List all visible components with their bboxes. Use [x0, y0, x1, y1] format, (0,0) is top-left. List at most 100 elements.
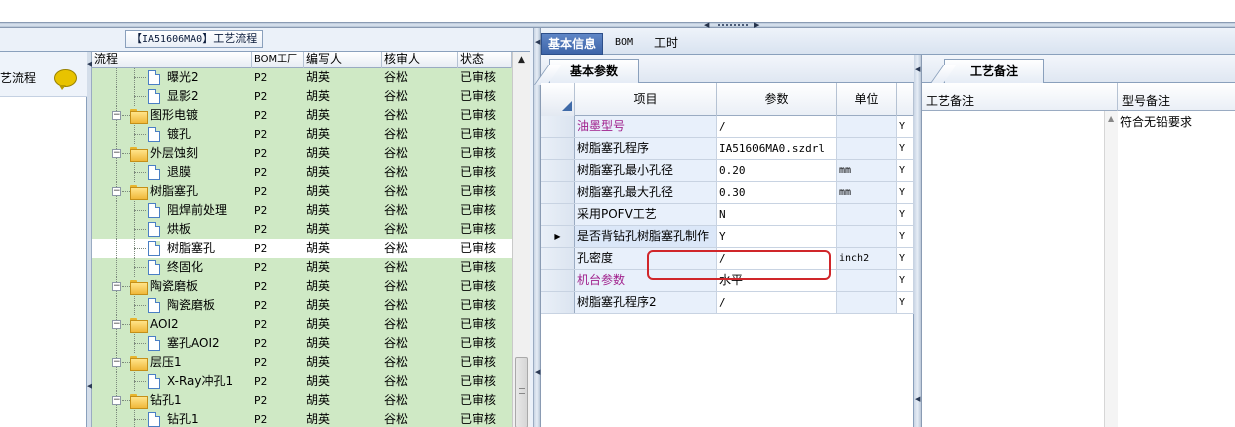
notes-splitter[interactable]: ◀ ◀	[914, 55, 922, 427]
param-value-cell[interactable]: N	[717, 204, 837, 225]
row-header-cell[interactable]	[541, 116, 575, 137]
param-row[interactable]: 树脂塞孔程序2/ Y	[541, 292, 914, 314]
process-flow-title: 【IA51606MA0】工艺流程	[125, 30, 264, 48]
tree-row[interactable]: 阻焊前处理 P2 胡英 谷松 已审核	[92, 201, 512, 220]
flow-list-label: 艺流程	[0, 71, 37, 85]
param-flag-cell[interactable]: Y	[897, 226, 914, 247]
param-flag-cell[interactable]: Y	[897, 292, 914, 313]
param-row[interactable]: 树脂塞孔最大孔径 0.30 mm Y	[541, 182, 914, 204]
param-row[interactable]: 油墨型号 / Y	[541, 116, 914, 138]
tree-row[interactable]: 塞孔AOI2 P2 胡英 谷松 已审核	[92, 334, 512, 353]
param-row[interactable]: 树脂塞孔最小孔径 0.20 mm Y	[541, 160, 914, 182]
tree-row[interactable]: − 树脂塞孔 P2 胡英 谷松 已审核	[92, 182, 512, 201]
tree-row[interactable]: − 外层蚀刻 P2 胡英 谷松 已审核	[92, 144, 512, 163]
tree-row-factory: P2	[254, 109, 268, 122]
splitter-arrow-icon[interactable]: ◀	[535, 368, 540, 376]
header-flow[interactable]: 流程	[92, 52, 252, 68]
collapse-toggle-icon[interactable]: −	[112, 396, 121, 405]
splitter-grip-icon[interactable]	[718, 24, 750, 26]
tree-row[interactable]: − 陶瓷磨板 P2 胡英 谷松 已审核	[92, 277, 512, 296]
row-header-cell[interactable]	[541, 270, 575, 291]
header-unit[interactable]: 单位	[837, 83, 897, 116]
collapse-toggle-icon[interactable]: −	[112, 282, 121, 291]
param-row[interactable]: 采用POFV工艺 N Y	[541, 204, 914, 226]
tree-row[interactable]: − AOI2 P2 胡英 谷松 已审核	[92, 315, 512, 334]
process-note-scrollbar[interactable]: ▲	[1104, 111, 1118, 427]
flow-list-item[interactable]: 艺流程	[0, 52, 87, 97]
param-flag-cell[interactable]: Y	[897, 160, 914, 181]
row-header-cell[interactable]	[541, 182, 575, 203]
tree-row[interactable]: − 图形电镀 P2 胡英 谷松 已审核	[92, 106, 512, 125]
tree-row[interactable]: 陶瓷磨板 P2 胡英 谷松 已审核	[92, 296, 512, 315]
collapse-toggle-icon[interactable]: −	[112, 320, 121, 329]
header-model-note[interactable]: 型号备注	[1118, 83, 1235, 111]
splitter-arrow-icon[interactable]: ◀	[535, 38, 540, 46]
param-value-cell[interactable]: 0.30	[717, 182, 837, 203]
param-value-cell[interactable]: /	[717, 116, 837, 137]
row-header-cell[interactable]	[541, 204, 575, 225]
splitter-arrow-icon[interactable]: ◀	[915, 395, 920, 403]
grid-corner-cell[interactable]	[541, 83, 575, 116]
tree-row[interactable]: − 钻孔1 P2 胡英 谷松 已审核	[92, 391, 512, 410]
tree-row[interactable]: 烘板 P2 胡英 谷松 已审核	[92, 220, 512, 239]
param-value-cell[interactable]: 0.20	[717, 160, 837, 181]
row-header-cell[interactable]	[541, 292, 575, 313]
tree-row[interactable]: 终固化 P2 胡英 谷松 已审核	[92, 258, 512, 277]
tree-row[interactable]: − 层压1 P2 胡英 谷松 已审核	[92, 353, 512, 372]
header-param[interactable]: 参数	[717, 83, 837, 116]
tree-connector-line	[116, 258, 117, 277]
param-value-cell[interactable]: IA51606MA0.szdrl	[717, 138, 837, 159]
splitter-arrow-icon[interactable]: ◀	[915, 65, 920, 73]
param-value-cell[interactable]: Y	[717, 226, 837, 247]
tree-row[interactable]: X-Ray冲孔1 P2 胡英 谷松 已审核	[92, 372, 512, 391]
panel-vertical-splitter[interactable]: ◀ ◀	[534, 28, 541, 427]
tab-bom[interactable]: BOM	[609, 33, 639, 55]
tree-row-writer: 胡英	[306, 355, 331, 369]
scroll-up-arrow-icon[interactable]: ▲	[1108, 114, 1114, 123]
param-unit-cell	[837, 138, 897, 159]
tab-process-notes[interactable]: 工艺备注	[944, 59, 1044, 84]
row-header-cell[interactable]	[541, 160, 575, 181]
tree-row[interactable]: 树脂塞孔 P2 胡英 谷松 已审核	[92, 239, 512, 258]
tree-row[interactable]: 退膜 P2 胡英 谷松 已审核	[92, 163, 512, 182]
scroll-thumb[interactable]	[515, 357, 528, 427]
header-reviewer[interactable]: 核审人	[382, 52, 458, 68]
param-flag-cell[interactable]: Y	[897, 182, 914, 203]
collapse-toggle-icon[interactable]: −	[112, 358, 121, 367]
tab-basic-params[interactable]: 基本参数	[549, 59, 639, 84]
tree-row[interactable]: 显影2 P2 胡英 谷松 已审核	[92, 87, 512, 106]
tree-connector-line	[134, 77, 146, 78]
row-header-cell[interactable]	[541, 138, 575, 159]
row-header-cell[interactable]	[541, 248, 575, 269]
param-flag-cell[interactable]: Y	[897, 138, 914, 159]
param-flag-cell[interactable]: Y	[897, 204, 914, 225]
collapse-toggle-icon[interactable]: −	[112, 149, 121, 158]
tree-vertical-scrollbar[interactable]: ▲	[512, 52, 530, 427]
tree-connector-line	[122, 400, 130, 401]
tree-row[interactable]: 镀孔 P2 胡英 谷松 已审核	[92, 125, 512, 144]
param-row[interactable]: 树脂塞孔程序 IA51606MA0.szdrl Y	[541, 138, 914, 160]
header-item[interactable]: 项目	[575, 83, 717, 116]
collapse-toggle-icon[interactable]: −	[112, 111, 121, 120]
header-bom-factory[interactable]: BOM工厂	[252, 52, 304, 68]
header-status[interactable]: 状态	[458, 52, 512, 68]
scroll-up-arrow-icon[interactable]: ▲	[513, 52, 530, 69]
param-flag-cell[interactable]: Y	[897, 116, 914, 137]
tree-row[interactable]: 钻孔1 P2 胡英 谷松 已审核	[92, 410, 512, 427]
param-value-cell[interactable]: /	[717, 292, 837, 313]
comment-bubble-icon[interactable]	[54, 69, 77, 90]
tab-work-hours[interactable]: 工时	[648, 33, 684, 55]
tree-row[interactable]: 曝光2 P2 胡英 谷松 已审核	[92, 68, 512, 87]
header-flag[interactable]	[897, 83, 914, 116]
param-row[interactable]: ▶ 是否背钻孔树脂塞孔制作 Y Y	[541, 226, 914, 248]
select-all-icon[interactable]	[562, 101, 572, 111]
header-writer[interactable]: 编写人	[304, 52, 382, 68]
tab-basic-info[interactable]: 基本信息	[541, 33, 604, 55]
current-row-indicator-icon[interactable]: ▶	[541, 226, 575, 247]
model-note-value[interactable]: 符合无铅要求	[1120, 113, 1192, 130]
header-process-note[interactable]: 工艺备注	[922, 83, 1118, 111]
param-flag-cell[interactable]: Y	[897, 270, 914, 291]
collapse-toggle-icon[interactable]: −	[112, 187, 121, 196]
process-note-textarea[interactable]: ▲	[922, 111, 1118, 427]
param-flag-cell[interactable]: Y	[897, 248, 914, 269]
